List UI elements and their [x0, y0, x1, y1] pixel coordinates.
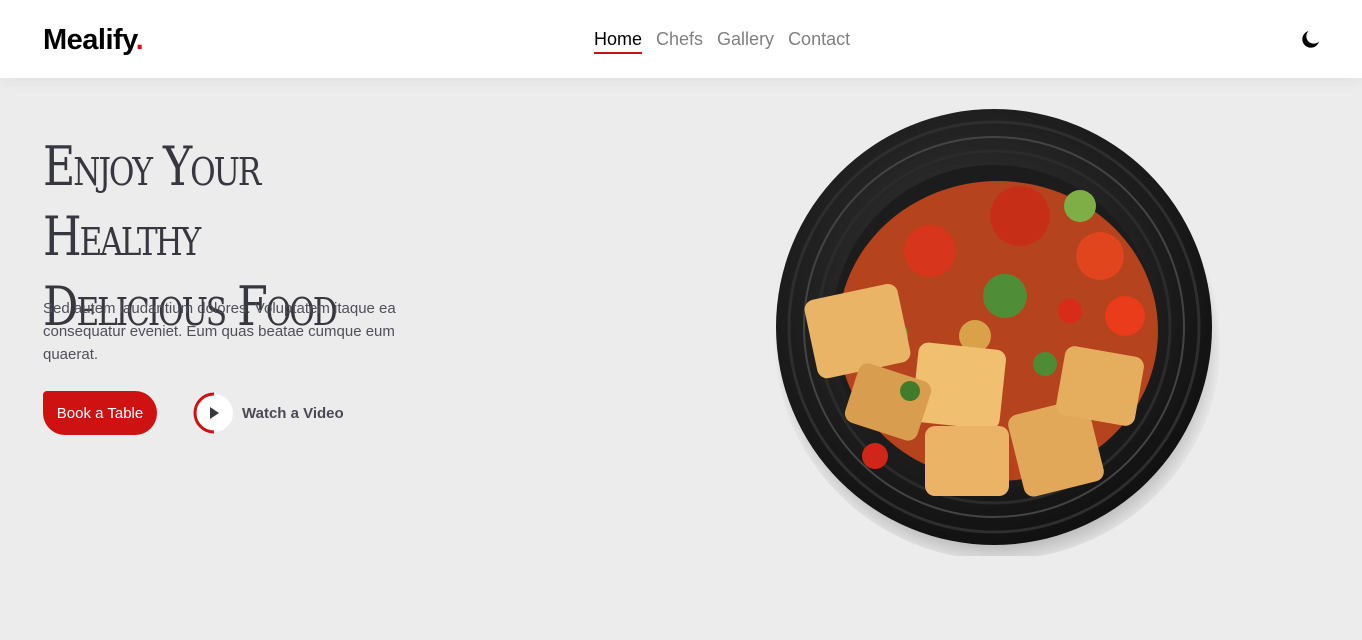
nav-item-chefs[interactable]: Chefs [656, 29, 703, 53]
logo-text: Mealify [43, 24, 136, 56]
book-table-button[interactable]: Book a Table [43, 391, 157, 435]
hero-title-line1: Enjoy Your Healthy [43, 135, 261, 268]
logo-dot: . [135, 24, 144, 56]
nav-item-gallery[interactable]: Gallery [717, 29, 774, 53]
nav-item-home[interactable]: Home [594, 29, 643, 54]
main-nav: Home Chefs Gallery Contact [594, 29, 850, 54]
hero-description: Sed autem laudantium dolores. Voluptatem… [43, 300, 396, 363]
moon-icon [1302, 31, 1319, 48]
play-icon [193, 392, 233, 434]
logo[interactable]: Mealify. [43, 24, 144, 57]
nav-item-contact[interactable]: Contact [788, 29, 850, 53]
site-header: Mealify. Home Chefs Gallery Contact [0, 0, 1362, 78]
theme-toggle-button[interactable] [1299, 27, 1323, 51]
watch-video-label: Watch a Video [242, 404, 344, 422]
watch-video-link[interactable]: Watch a Video [192, 391, 344, 435]
food-plate-image [770, 106, 1222, 560]
